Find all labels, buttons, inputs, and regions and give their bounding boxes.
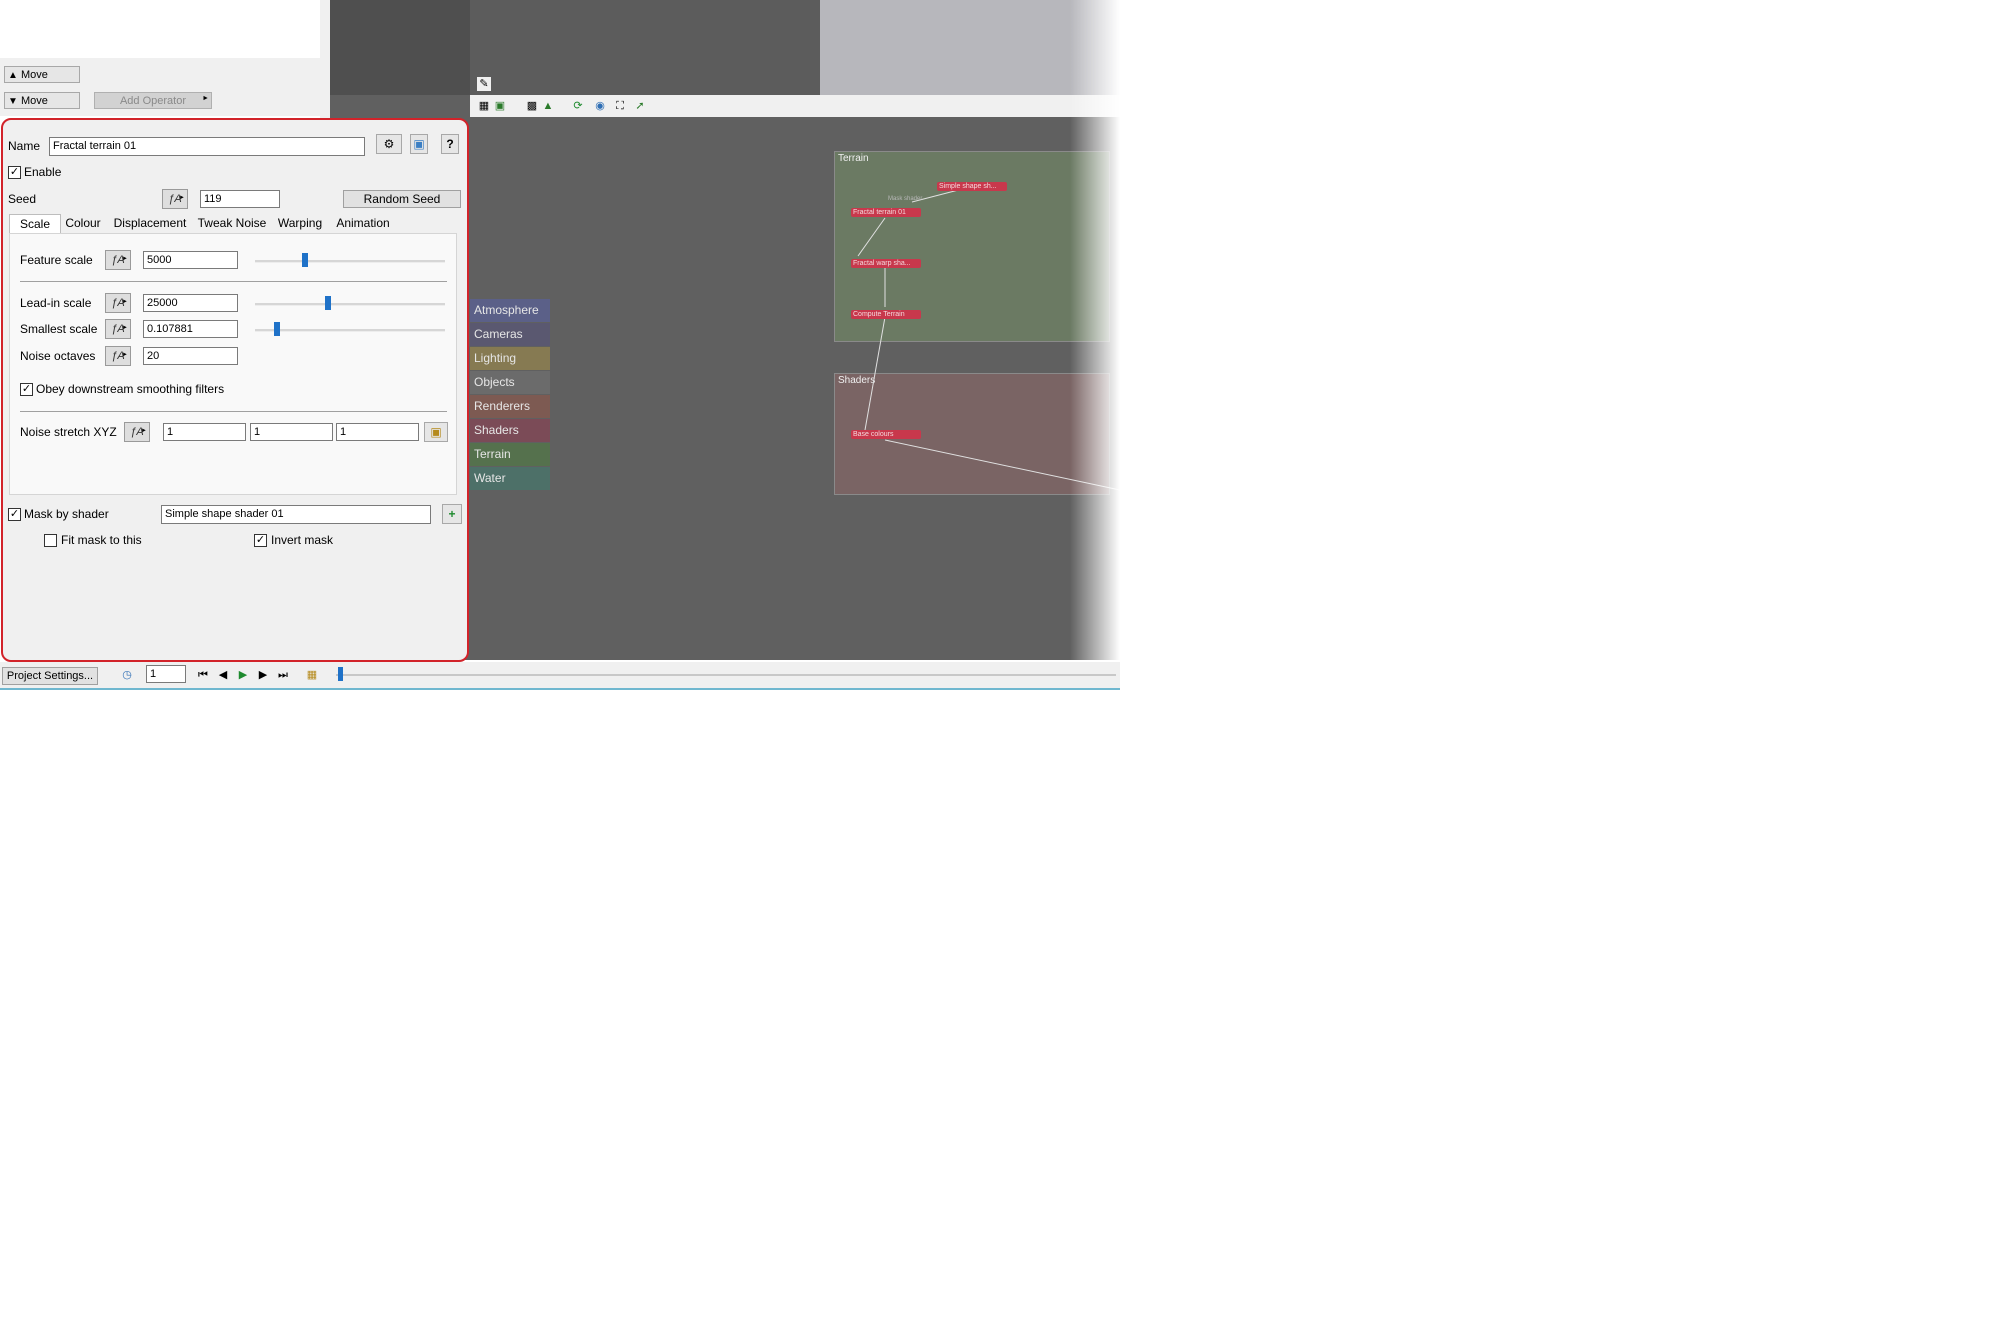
category-cameras[interactable]: Cameras (470, 323, 550, 346)
first-frame-icon[interactable]: ⏮ (196, 667, 210, 683)
move-up-button[interactable]: ▲ Move (4, 66, 80, 83)
mask-by-shader-checkbox[interactable]: ✓ (8, 508, 21, 521)
enable-checkbox[interactable]: ✓ (8, 166, 21, 179)
fit-mask-label: Fit mask to this (61, 533, 142, 547)
node-view-toolbar: ▦ ▣ ▩ ▲ ⟳ ◉ ⛶ ➚ (470, 95, 1120, 117)
noise-stretch-label: Noise stretch XYZ (20, 425, 117, 439)
tab-warping[interactable]: Warping (275, 214, 325, 233)
fit-view-icon[interactable]: ⛶ (612, 98, 628, 114)
node-base-colours[interactable]: Base colours (851, 430, 921, 439)
tab-colour[interactable]: Colour (62, 214, 104, 233)
preview-area-left (330, 0, 470, 95)
invert-mask-label: Invert mask (271, 533, 334, 547)
mask-shader-field[interactable]: Simple shape shader 01 (161, 505, 431, 524)
node-mask-shader-label: Mask shader (888, 196, 923, 202)
fit-mask-checkbox[interactable] (44, 534, 57, 547)
noise-octaves-field[interactable]: 20 (143, 347, 238, 365)
category-water[interactable]: Water (470, 467, 550, 490)
noise-stretch-function-button[interactable]: ƒA ► (124, 422, 150, 442)
frame-field[interactable]: 1 (146, 665, 186, 683)
enable-label: Enable (24, 165, 62, 179)
seed-function-button[interactable]: ƒA ► (162, 189, 188, 209)
smallest-scale-slider[interactable] (255, 320, 445, 340)
lock-icon[interactable]: ▣ (424, 422, 448, 442)
stretch-x-field[interactable]: 1 (163, 423, 246, 441)
node-fractal-terrain[interactable]: Fractal terrain 01 (851, 208, 921, 217)
add-node-icon[interactable]: ▦ (476, 98, 492, 114)
category-terrain[interactable]: Terrain (470, 443, 550, 466)
slider-thumb[interactable] (325, 296, 331, 310)
divider (20, 281, 447, 282)
dropdown-arrow-icon: ► (202, 95, 209, 102)
play-icon[interactable]: ▶ (236, 667, 250, 683)
obey-smoothing-checkbox[interactable]: ✓ (20, 383, 33, 396)
lead-in-scale-field[interactable]: 25000 (143, 294, 238, 312)
category-renderers[interactable]: Renderers (470, 395, 550, 418)
add-shader-icon[interactable]: + (442, 504, 462, 524)
arrow-up-icon: ▲ (8, 70, 18, 81)
project-settings-button[interactable]: Project Settings... (2, 667, 98, 685)
node-view-fade (1070, 0, 1120, 690)
feature-scale-slider[interactable] (255, 251, 445, 271)
add-landscape-icon[interactable]: ▲ (540, 98, 556, 114)
obey-smoothing-label: Obey downstream smoothing filters (36, 382, 225, 396)
node-compute-terrain[interactable]: Compute Terrain (851, 310, 921, 319)
stretch-z-field[interactable]: 1 (336, 423, 419, 441)
tab-scale[interactable]: Scale (9, 214, 61, 234)
operator-list (0, 0, 321, 59)
arrow-down-icon: ▼ (8, 96, 18, 107)
timeline-track[interactable] (336, 674, 1116, 676)
help-icon[interactable]: ? (441, 134, 459, 154)
view-icon[interactable]: ▣ (410, 134, 428, 154)
render-preview-icon[interactable]: ✎ (477, 77, 491, 91)
next-frame-icon[interactable]: ▶ (256, 667, 270, 683)
add-camera-icon[interactable]: ▩ (524, 98, 540, 114)
feature-scale-field[interactable]: 5000 (143, 251, 238, 269)
category-lighting[interactable]: Lighting (470, 347, 550, 370)
lead-in-scale-label: Lead-in scale (20, 296, 92, 310)
eye-icon[interactable]: ◉ (592, 98, 608, 114)
lead-in-scale-function-button[interactable]: ƒA ► (105, 293, 131, 313)
mask-by-shader-label: Mask by shader (24, 507, 109, 521)
invert-mask-checkbox[interactable]: ✓ (254, 534, 267, 547)
node-fractal-warp[interactable]: Fractal warp sha... (851, 259, 921, 268)
category-shaders[interactable]: Shaders (470, 419, 550, 442)
noise-octaves-function-button[interactable]: ƒA ► (105, 346, 131, 366)
smallest-scale-function-button[interactable]: ƒA ► (105, 319, 131, 339)
smallest-scale-label: Smallest scale (20, 322, 98, 336)
add-operator-button[interactable]: Add Operator ► (94, 92, 212, 109)
last-frame-icon[interactable]: ⏭ (276, 667, 290, 683)
name-field[interactable]: Fractal terrain 01 (49, 137, 365, 156)
tab-animation[interactable]: Animation (331, 214, 395, 233)
timeline-playhead[interactable] (338, 667, 343, 681)
noise-octaves-label: Noise octaves (20, 349, 96, 363)
lead-in-scale-slider[interactable] (255, 294, 445, 314)
keyframe-icon[interactable]: ▦ (304, 667, 320, 683)
smallest-scale-field[interactable]: 0.107881 (143, 320, 238, 338)
slider-thumb[interactable] (274, 322, 280, 336)
preview-area (470, 0, 820, 95)
feature-scale-function-button[interactable]: ƒA ► (105, 250, 131, 270)
timeline-bar: Project Settings... ◷ 1 ⏮ ◀ ▶ ▶ ⏭ ▦ (0, 662, 1120, 690)
move-down-button[interactable]: ▼ Move (4, 92, 80, 109)
previous-frame-icon[interactable]: ◀ (216, 667, 230, 683)
category-atmosphere[interactable]: Atmosphere (470, 299, 550, 322)
refresh-icon[interactable]: ⟳ (570, 98, 586, 114)
divider (20, 411, 447, 412)
tab-displacement[interactable]: Displacement (111, 214, 189, 233)
connect-icon[interactable]: ➚ (632, 98, 648, 114)
category-objects[interactable]: Objects (470, 371, 550, 394)
feature-scale-label: Feature scale (20, 253, 93, 267)
slider-thumb[interactable] (302, 253, 308, 267)
random-seed-button[interactable]: Random Seed (343, 190, 461, 208)
node-simple-shape[interactable]: Simple shape sh... (937, 182, 1007, 191)
stretch-y-field[interactable]: 1 (250, 423, 333, 441)
gear-icon[interactable]: ⚙ (376, 134, 402, 154)
add-image-icon[interactable]: ▣ (492, 98, 508, 114)
seed-label: Seed (8, 192, 37, 206)
seed-field[interactable]: 119 (200, 190, 280, 208)
clock-icon[interactable]: ◷ (118, 667, 136, 683)
name-label: Name (8, 139, 41, 153)
tab-tweak-noise[interactable]: Tweak Noise (196, 214, 268, 233)
